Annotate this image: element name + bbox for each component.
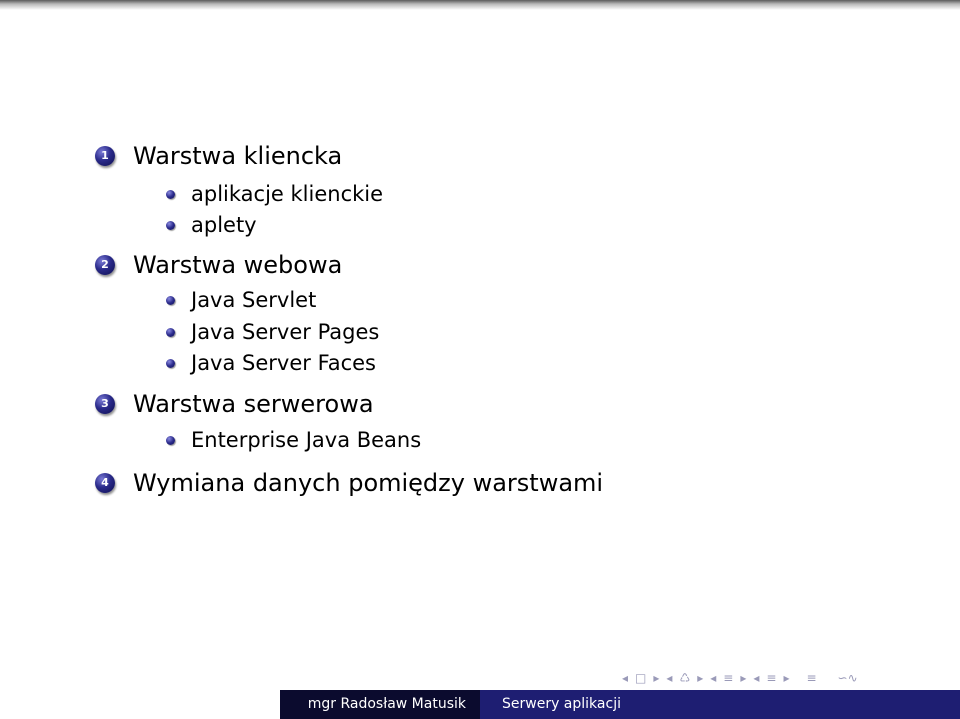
sub-item-label: Enterprise Java Beans — [191, 428, 422, 452]
footer-left-blank — [0, 690, 280, 719]
number-ball-4: 4 — [95, 473, 115, 493]
nav-slide-icon[interactable]: ≡ — [766, 671, 776, 685]
outline-item-3: 3 Warstwa serwerowa — [95, 389, 374, 419]
bullet-icon — [166, 220, 175, 230]
number-ball-1: 1 — [95, 146, 115, 166]
sub-item: Java Server Faces — [166, 350, 376, 376]
outline-item-4: 4 Wymiana danych pomiędzy warstwami — [95, 468, 603, 498]
number-ball-3: 3 — [95, 394, 115, 414]
sub-item-label: aplety — [191, 213, 257, 237]
footer-title: Serwery aplikacji — [480, 690, 960, 719]
nav-frame-next-icon[interactable]: ▸ — [653, 671, 659, 685]
outline-item-1: 1 Warstwa kliencka — [95, 141, 342, 171]
outline-item-4-title: Wymiana danych pomiędzy warstwami — [133, 469, 604, 497]
sub-item-label: Java Server Pages — [191, 320, 380, 344]
nav-toc-icon[interactable]: ≡ — [806, 671, 816, 685]
bullet-icon — [166, 435, 175, 445]
nav-first-icon[interactable]: ◂ — [622, 671, 628, 685]
nav-frame-icon[interactable]: □ — [635, 671, 646, 685]
footer-author: mgr Radosław Matusik — [280, 690, 480, 719]
footer-bar: mgr Radosław Matusik Serwery aplikacji — [0, 690, 960, 719]
sub-item: Java Server Pages — [166, 319, 379, 345]
sub-item: aplety — [166, 212, 257, 238]
sub-item-label: Java Servlet — [191, 288, 317, 312]
sub-item: Java Servlet — [166, 287, 316, 313]
bullet-icon — [166, 327, 175, 337]
outline-item-1-title: Warstwa kliencka — [133, 142, 343, 170]
outline-list: 1 Warstwa kliencka aplikacje klienckie a… — [0, 0, 960, 540]
nav-slide-next-icon[interactable]: ▸ — [783, 671, 789, 685]
nav-section-icon[interactable]: ♺ — [679, 671, 690, 685]
nav-subsection-next-icon[interactable]: ▸ — [740, 671, 746, 685]
sub-item-label: Java Server Faces — [191, 351, 377, 375]
outline-item-3-title: Warstwa serwerowa — [133, 390, 374, 418]
bullet-icon — [166, 295, 175, 305]
nav-slide-prev-icon[interactable]: ◂ — [753, 671, 759, 685]
nav-search-icon[interactable]: ∽∿ — [838, 671, 858, 685]
outline-item-2: 2 Warstwa webowa — [95, 250, 342, 280]
beamer-navigation: ◂ □ ▸ ◂ ♺ ▸ ◂ ≡ ▸ ◂ ≡ ▸ ≡ ∽∿ — [622, 668, 865, 688]
bullet-icon — [166, 358, 175, 368]
nav-section-next-icon[interactable]: ▸ — [697, 671, 703, 685]
sub-item: aplikacje klienckie — [166, 181, 383, 207]
sub-item-label: aplikacje klienckie — [191, 182, 384, 206]
bullet-icon — [166, 189, 175, 199]
nav-section-prev-icon[interactable]: ◂ — [666, 671, 672, 685]
nav-subsection-prev-icon[interactable]: ◂ — [710, 671, 716, 685]
sub-item: Enterprise Java Beans — [166, 427, 421, 453]
number-ball-2: 2 — [95, 255, 115, 275]
outline-item-2-title: Warstwa webowa — [133, 251, 343, 279]
nav-subsection-icon[interactable]: ≡ — [723, 671, 733, 685]
